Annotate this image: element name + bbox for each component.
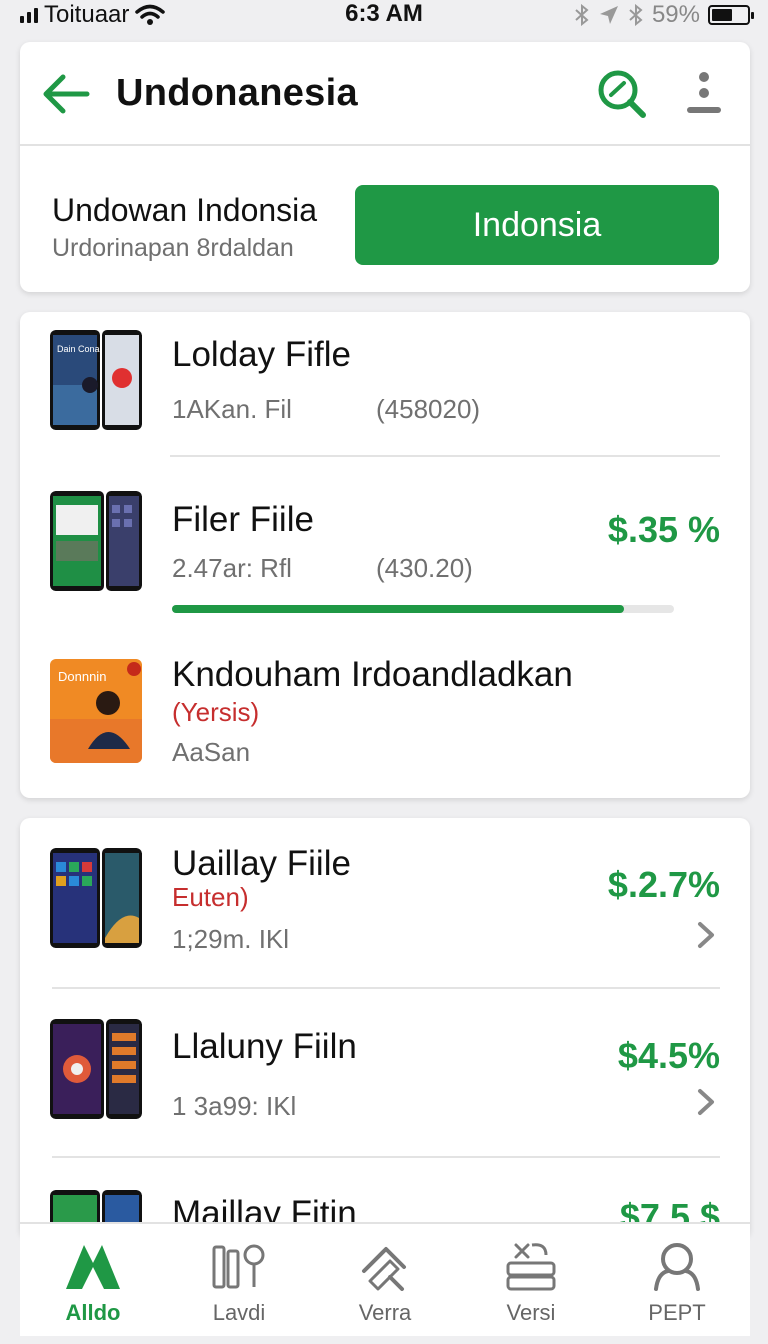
item-title: Kndouham Irdoandladkan: [172, 655, 573, 694]
thumb-caption: Donnnin: [58, 669, 106, 684]
nav-item-profile[interactable]: PEPT: [604, 1224, 750, 1338]
app-thumbnail: [50, 1019, 142, 1119]
bluetooth-icon: [575, 4, 589, 26]
chevron-right-icon[interactable]: [694, 920, 718, 950]
nav-label: Versi: [506, 1300, 556, 1325]
region-select-button[interactable]: Indonsia: [355, 185, 719, 265]
nav-item-edit[interactable]: Verra: [312, 1224, 458, 1338]
search-button[interactable]: [594, 66, 650, 122]
battery-fill: [712, 9, 733, 21]
nav-label: PEPT: [648, 1300, 706, 1325]
nav-label: Verra: [358, 1300, 412, 1325]
item-value: $.2.7%: [607, 864, 720, 905]
nav-item-library[interactable]: Lavdi: [166, 1224, 312, 1338]
item-value: $.35 %: [607, 509, 720, 550]
list-item[interactable]: Dain Cona Lolday Fifle 1AKan. Fil (45802…: [20, 312, 750, 457]
app-bar: Undonanesia: [20, 42, 750, 146]
item-meta: AaSan: [172, 737, 251, 767]
bottom-nav: Alldo Lavdi Verra Versi PEPT: [20, 1222, 750, 1336]
more-icon: [687, 72, 721, 113]
item-code: (458020): [376, 394, 481, 424]
location-icon: [599, 6, 618, 24]
region-subtitle: Urdorinapan 8rdaldan: [52, 234, 294, 262]
item-title: Filer Fiile: [172, 500, 314, 539]
app-thumbnail: [50, 848, 142, 948]
nav-item-inbox[interactable]: Versi: [458, 1224, 604, 1338]
status-right: 59%: [574, 0, 754, 30]
item-tag: Euten): [172, 882, 249, 912]
battery-icon: [708, 5, 754, 25]
item-title: Uaillay Fiile: [172, 844, 351, 883]
arrow-left-icon: [43, 74, 90, 114]
list-item[interactable]: Llaluny Fiiln 1 3a99: IKl $4.5%: [20, 989, 750, 1157]
progress-bar: [172, 605, 674, 613]
page-title: Undonanesia: [116, 72, 358, 114]
nav-item-home[interactable]: Alldo: [20, 1224, 166, 1338]
region-title: Undowan Indonsia: [52, 192, 318, 228]
app-thumbnail: Donnnin: [50, 659, 142, 763]
item-title: Llaluny Fiiln: [172, 1027, 357, 1066]
item-title: Lolday Fifle: [172, 335, 351, 374]
list-item[interactable]: Uaillay Fiile Euten) 1;29m. IKl $.2.7%: [20, 818, 750, 987]
progress-fill: [172, 605, 624, 613]
file-list-card-b: Uaillay Fiile Euten) 1;29m. IKl $.2.7% L: [20, 818, 750, 1238]
item-meta: 1AKan. Fil: [172, 394, 292, 424]
nav-label: Alldo: [65, 1300, 121, 1325]
library-icon: [209, 1240, 269, 1292]
app-thumbnail: Dain Cona: [50, 330, 142, 430]
thumb-caption: Dain Cona: [57, 344, 100, 354]
item-code: (430.20): [376, 553, 473, 583]
item-meta: 1 3a99: IKl: [172, 1091, 297, 1121]
more-button[interactable]: [676, 66, 732, 122]
nav-label: Lavdi: [212, 1300, 266, 1325]
profile-icon: [647, 1240, 707, 1292]
item-tag: (Yersis): [172, 697, 260, 727]
status-bar: Toituaar 6:3 AM 59%: [0, 0, 768, 30]
inbox-icon: [501, 1240, 561, 1292]
battery-percent: 59%: [651, 1, 700, 28]
list-item[interactable]: Filer Fiile 2.47ar: Rfl (430.20) $.35 %: [20, 457, 750, 627]
file-list-card-a: Dain Cona Lolday Fifle 1AKan. Fil (45802…: [20, 312, 750, 798]
home-icon: [63, 1240, 123, 1292]
chevron-right-icon[interactable]: [694, 1087, 718, 1117]
header-card: Undonanesia Undowan Indonsia Urdorinapan…: [20, 42, 750, 292]
search-icon: [598, 70, 646, 118]
back-button[interactable]: [38, 66, 94, 122]
list-item[interactable]: Donnnin Kndouham Irdoandladkan (Yersis) …: [20, 627, 750, 798]
item-value: $4.5%: [617, 1035, 720, 1076]
bluetooth-secondary-icon: [629, 4, 643, 26]
item-meta: 1;29m. IKl: [172, 924, 290, 954]
item-meta: 2.47ar: Rfl: [172, 553, 292, 583]
app-thumbnail: [50, 491, 142, 591]
edit-icon: [355, 1240, 415, 1292]
